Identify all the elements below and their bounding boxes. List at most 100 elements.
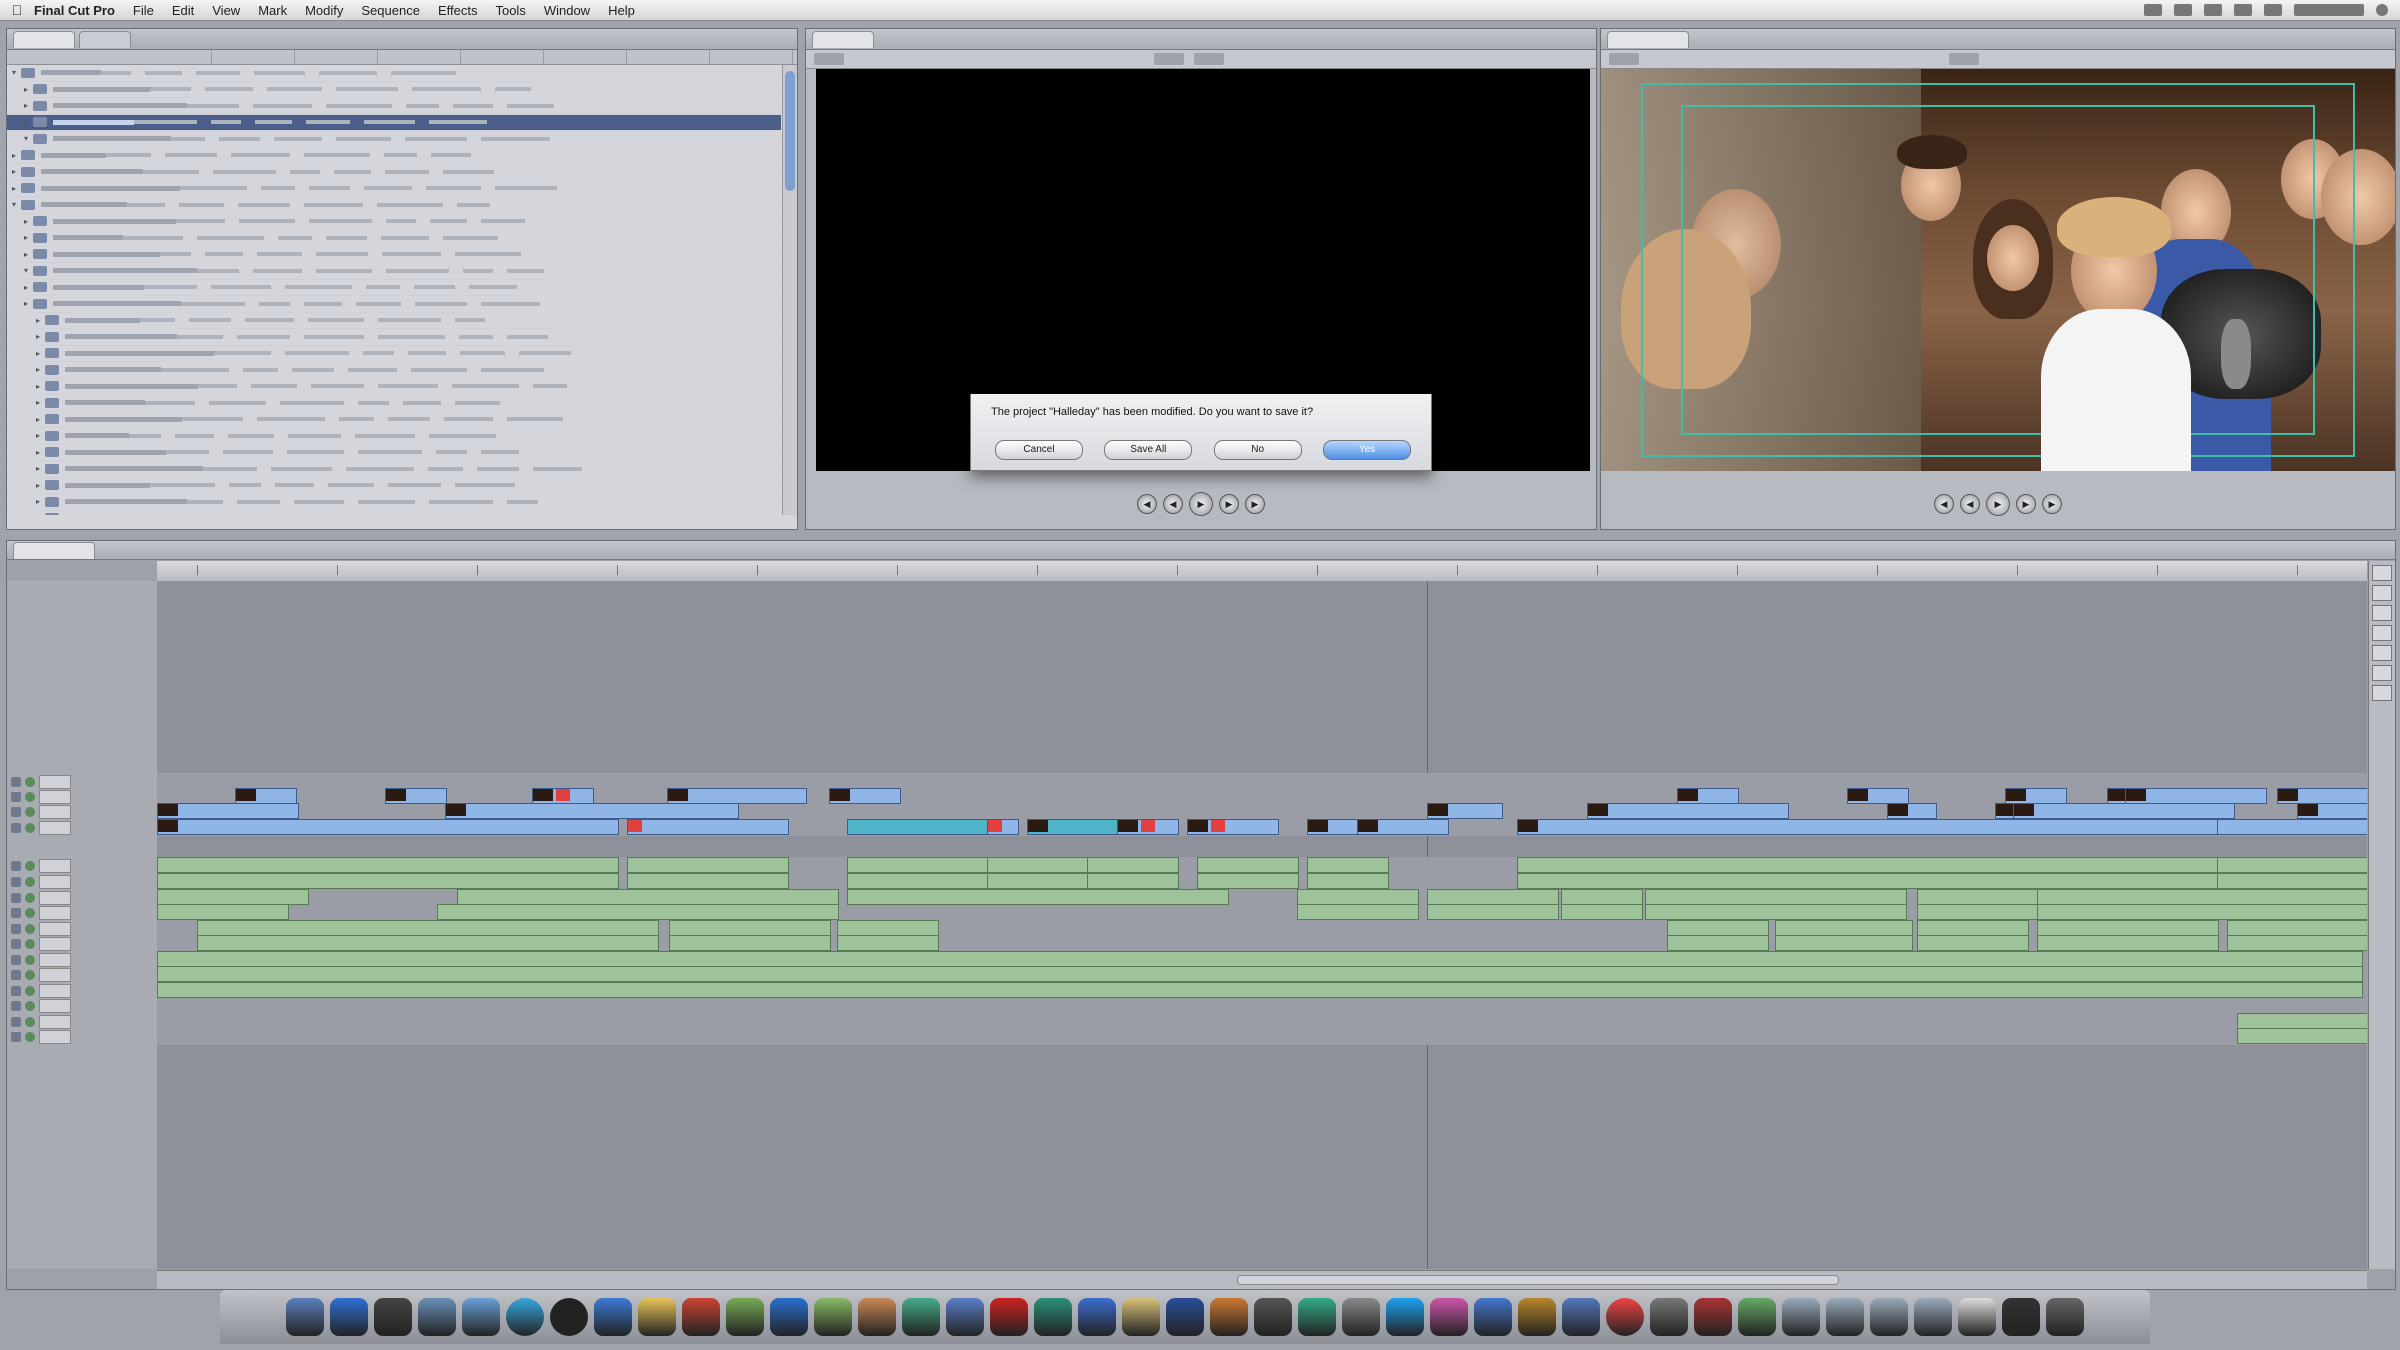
browser-row[interactable]: ▸	[7, 461, 781, 478]
track-visibility-icon[interactable]	[25, 792, 35, 802]
next-edit-icon[interactable]: ▶	[2042, 494, 2062, 514]
app-icon[interactable]	[990, 1298, 1028, 1336]
browser-row[interactable]: ▸	[7, 428, 781, 445]
disclosure-triangle-icon[interactable]: ▸	[31, 481, 45, 490]
app-icon[interactable]	[1958, 1298, 1996, 1336]
edit-tool-icon[interactable]	[2372, 585, 2392, 601]
audio-clip[interactable]	[1517, 873, 2219, 889]
disclosure-triangle-icon[interactable]: ▾	[19, 134, 33, 143]
view-popup[interactable]	[1154, 53, 1184, 65]
video-clip[interactable]	[1187, 819, 1279, 835]
disclosure-triangle-icon[interactable]: ▸	[7, 184, 21, 193]
track-visibility-icon[interactable]	[25, 908, 35, 918]
browser-row[interactable]: ▸	[7, 494, 781, 511]
column[interactable]	[461, 50, 544, 64]
app-icon[interactable]	[1826, 1298, 1864, 1336]
lock-icon[interactable]	[11, 970, 21, 980]
disclosure-triangle-icon[interactable]: ▸	[7, 167, 21, 176]
column-name[interactable]	[7, 50, 212, 64]
clock-icon[interactable]	[2294, 4, 2364, 16]
prev-edit-icon[interactable]: ◀	[1934, 494, 1954, 514]
app-icon[interactable]	[946, 1298, 984, 1336]
app-icon[interactable]	[2002, 1298, 2040, 1336]
track-patch[interactable]	[39, 922, 71, 936]
disclosure-triangle-icon[interactable]: ▾	[7, 68, 21, 77]
menu-app-name[interactable]: Final Cut Pro	[34, 3, 115, 18]
audio-clip[interactable]	[1087, 857, 1179, 873]
track-visibility-icon[interactable]	[25, 970, 35, 980]
audio-clip[interactable]	[669, 935, 831, 951]
audio-clip[interactable]	[2227, 920, 2367, 936]
save-all-button[interactable]: Save All	[1104, 440, 1193, 460]
app-icon[interactable]	[1518, 1298, 1556, 1336]
video-clip[interactable]	[1517, 819, 2219, 835]
video-clip[interactable]	[1677, 788, 1739, 804]
app-icon[interactable]	[1606, 1298, 1644, 1336]
menu-effects[interactable]: Effects	[438, 3, 478, 18]
audio-clip[interactable]	[1307, 857, 1389, 873]
menu-file[interactable]: File	[133, 3, 154, 18]
audio-clip[interactable]	[437, 904, 839, 920]
disclosure-triangle-icon[interactable]: ▸	[31, 382, 45, 391]
track-patch[interactable]	[39, 984, 71, 998]
disclosure-triangle-icon[interactable]: ▾	[19, 266, 33, 275]
video-clip[interactable]	[1117, 819, 1179, 835]
view-popup[interactable]	[1949, 53, 1979, 65]
audio-clip[interactable]	[627, 873, 789, 889]
tab-sequence[interactable]	[13, 542, 95, 559]
lock-icon[interactable]	[11, 1001, 21, 1011]
lock-icon[interactable]	[11, 877, 21, 887]
lock-icon[interactable]	[11, 792, 21, 802]
audio-clip[interactable]	[157, 857, 619, 873]
browser-row[interactable]: ▸	[7, 329, 781, 346]
track-lane[interactable]	[157, 997, 2367, 1014]
track-visibility-icon[interactable]	[25, 777, 35, 787]
track-visibility-icon[interactable]	[25, 823, 35, 833]
lock-icon[interactable]	[11, 908, 21, 918]
lock-icon[interactable]	[11, 939, 21, 949]
column[interactable]	[710, 50, 793, 64]
app-icon[interactable]	[902, 1298, 940, 1336]
app-icon[interactable]	[1430, 1298, 1468, 1336]
timeline-zoom-scrollbar[interactable]	[157, 1270, 2367, 1289]
wifi-icon[interactable]	[2204, 4, 2222, 16]
app-icon[interactable]	[594, 1298, 632, 1336]
audio-clip[interactable]	[1667, 935, 1769, 951]
audio-clip[interactable]	[847, 873, 989, 889]
app-icon[interactable]	[2046, 1298, 2084, 1336]
audio-clip[interactable]	[1087, 873, 1179, 889]
app-icon[interactable]	[1870, 1298, 1908, 1336]
browser-row[interactable]: ▸	[7, 346, 781, 362]
column[interactable]	[544, 50, 627, 64]
app-icon[interactable]	[726, 1298, 764, 1336]
video-clip[interactable]	[1587, 803, 1789, 819]
video-clip[interactable]	[157, 803, 299, 819]
track-patch[interactable]	[39, 1015, 71, 1029]
audio-clip[interactable]	[2237, 1028, 2367, 1044]
app-icon[interactable]	[1914, 1298, 1952, 1336]
track-visibility-icon[interactable]	[25, 939, 35, 949]
column[interactable]	[212, 50, 295, 64]
disclosure-triangle-icon[interactable]: ▸	[31, 514, 45, 515]
menu-modify[interactable]: Modify	[305, 3, 343, 18]
track-lane[interactable]	[157, 1028, 2367, 1045]
audio-clip[interactable]	[2237, 1013, 2367, 1029]
rewind-icon[interactable]: ◀	[1163, 494, 1183, 514]
audio-clip[interactable]	[157, 966, 2363, 982]
hand-tool-icon[interactable]	[2372, 645, 2392, 661]
audio-clip[interactable]	[1297, 889, 1419, 905]
audio-clip[interactable]	[1775, 935, 1913, 951]
scroll-thumb[interactable]	[1237, 1275, 1839, 1285]
audio-clip[interactable]	[837, 935, 939, 951]
app-icon[interactable]	[330, 1298, 368, 1336]
track-patch[interactable]	[39, 891, 71, 905]
app-icon[interactable]	[1694, 1298, 1732, 1336]
browser-row[interactable]: ▸	[7, 313, 781, 329]
audio-clip[interactable]	[157, 873, 619, 889]
app-icon[interactable]	[506, 1298, 544, 1336]
disclosure-triangle-icon[interactable]: ▸	[19, 101, 33, 110]
audio-clip[interactable]	[1667, 920, 1769, 936]
tab-project[interactable]	[13, 30, 75, 48]
browser-row[interactable]: ▸	[7, 98, 781, 115]
track-visibility-icon[interactable]	[25, 861, 35, 871]
